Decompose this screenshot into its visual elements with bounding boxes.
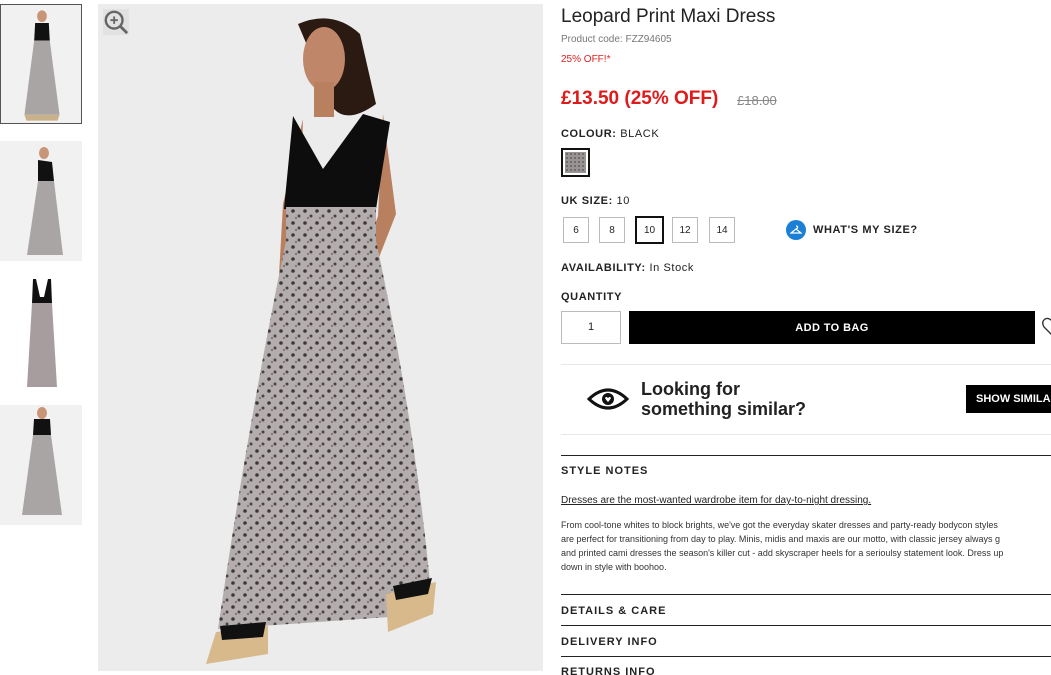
style-notes-heading[interactable]: STYLE NOTES	[561, 465, 648, 477]
size-option-14[interactable]: 14	[709, 217, 735, 243]
availability-value: In Stock	[649, 262, 694, 274]
size-option-6[interactable]: 6	[563, 217, 589, 243]
similar-line-1: Looking for	[641, 379, 740, 399]
size-option-10[interactable]: 10	[635, 216, 664, 244]
size-option-12[interactable]: 12	[672, 217, 698, 243]
style-notes-line: are perfect for transitioning from day t…	[561, 534, 1001, 544]
quantity-label-text: QUANTITY	[561, 291, 623, 303]
colour-row: COLOUR: BLACK	[561, 128, 659, 140]
quantity-label: QUANTITY	[561, 291, 622, 303]
style-notes-line: From cool-tone whites to block brights, …	[561, 520, 998, 530]
divider	[561, 625, 1051, 626]
hanger-icon	[786, 220, 806, 240]
style-notes-line: and printed cami dresses the season's ki…	[561, 548, 1004, 558]
model-back-image	[0, 405, 82, 525]
size-option-8[interactable]: 8	[599, 217, 625, 243]
wishlist-button[interactable]	[1041, 315, 1051, 339]
thumbnail-front[interactable]	[0, 4, 82, 124]
style-notes-body: From cool-tone whites to block brights, …	[561, 518, 1051, 574]
similar-items-banner: Looking for something similar? SHOW SIMI…	[561, 364, 1051, 435]
availability-row: AVAILABILITY: In Stock	[561, 262, 694, 274]
heart-icon	[1042, 317, 1051, 335]
was-price: £18.00	[737, 93, 777, 108]
current-price: £13.50 (25% OFF)	[561, 88, 719, 109]
similar-heading: Looking for something similar?	[641, 379, 841, 419]
similar-line-2: something similar?	[641, 399, 807, 419]
thumbnail-back[interactable]	[0, 405, 82, 525]
style-notes-line: down in style with boohoo.	[561, 562, 667, 572]
whats-my-size-label: WHAT'S MY SIZE?	[813, 224, 918, 236]
returns-info-heading[interactable]: RETURNS INFO	[561, 666, 656, 675]
colour-swatch-leopard[interactable]	[561, 148, 590, 177]
colour-value: BLACK	[620, 128, 660, 140]
swatch-fill	[565, 152, 586, 173]
details-care-heading[interactable]: DETAILS & CARE	[561, 605, 666, 617]
size-row: UK SIZE: 10	[561, 195, 630, 207]
promo-label: 25% OFF!*	[561, 54, 611, 65]
add-to-bag-button[interactable]: ADD TO BAG	[629, 311, 1035, 344]
thumbnail-side[interactable]	[0, 141, 82, 261]
colour-label: COLOUR:	[561, 128, 617, 140]
quantity-input[interactable]: 1	[561, 311, 621, 344]
eye-icon	[587, 388, 629, 410]
zoom-in-icon	[104, 10, 129, 35]
show-similar-button[interactable]: SHOW SIMILAR	[966, 385, 1051, 413]
whats-my-size-link[interactable]: WHAT'S MY SIZE?	[786, 220, 918, 240]
divider	[561, 594, 1051, 595]
model-front-image	[1, 5, 81, 123]
product-title: Leopard Print Maxi Dress	[561, 6, 776, 27]
product-code: Product code: FZZ94605	[561, 34, 672, 45]
main-product-image	[98, 4, 543, 671]
availability-label: AVAILABILITY:	[561, 262, 646, 274]
dress-flat-image	[0, 273, 82, 393]
model-side-image	[0, 141, 82, 261]
model-photo	[98, 4, 543, 671]
thumbnail-flat[interactable]	[0, 273, 82, 393]
size-label: UK SIZE:	[561, 195, 613, 207]
size-value: 10	[616, 195, 630, 207]
style-notes-subheading: Dresses are the most-wanted wardrobe ite…	[561, 495, 872, 506]
delivery-info-heading[interactable]: DELIVERY INFO	[561, 636, 658, 648]
divider	[561, 656, 1051, 657]
zoom-button[interactable]	[103, 9, 129, 35]
divider	[561, 455, 1051, 456]
